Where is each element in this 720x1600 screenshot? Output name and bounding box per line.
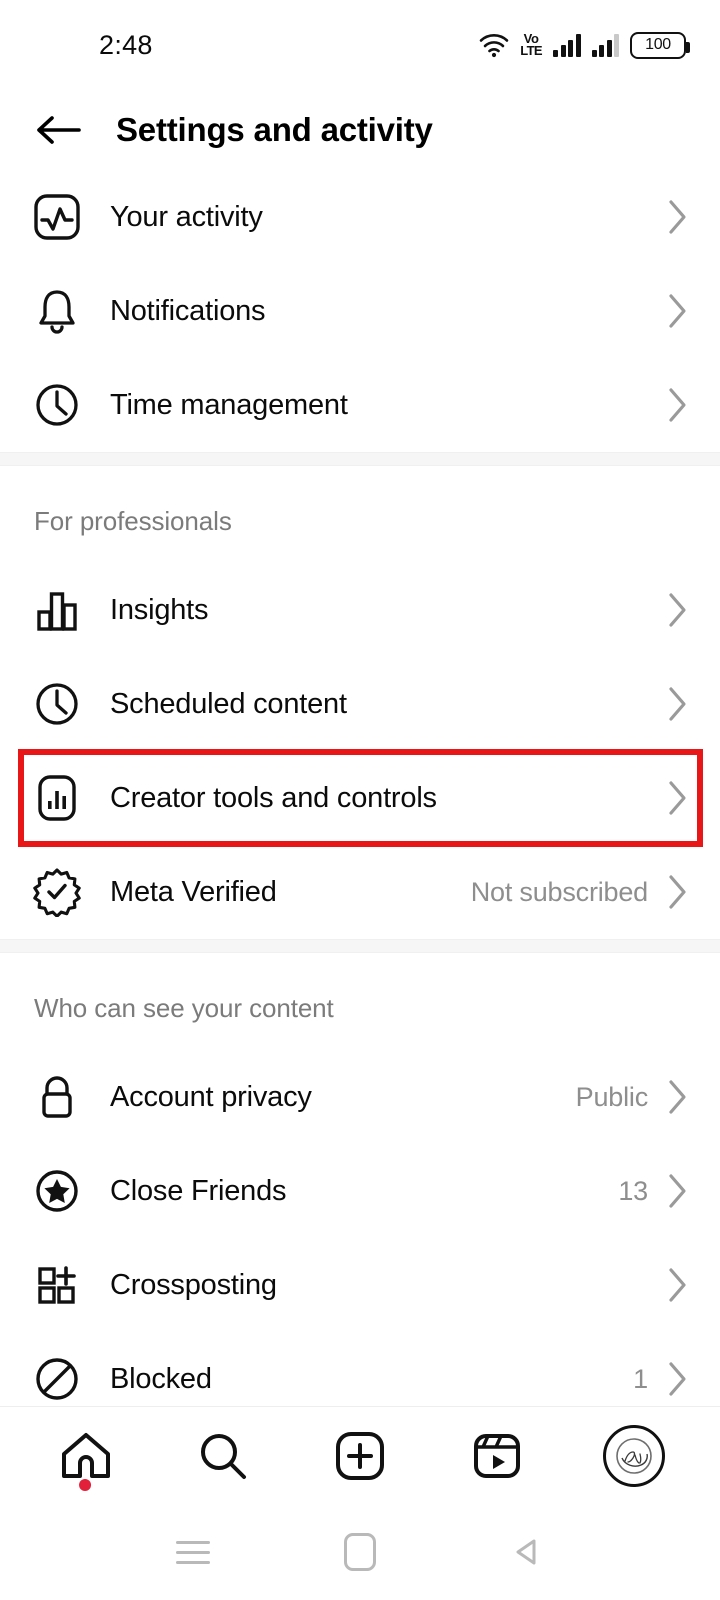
nav-home[interactable] [40, 1419, 132, 1493]
list-item-value: Not subscribed [470, 876, 648, 907]
list-item-label: Crossposting [110, 1268, 277, 1301]
chevron-right-icon [666, 291, 690, 331]
section-title-for-professionals: For professionals [34, 506, 232, 536]
phone-screen: 2:48 Vo LTE 100 Settings and activity Yo… [0, 0, 720, 1600]
list-item-label: Notifications [110, 294, 266, 327]
list-item-label: Blocked [110, 1362, 212, 1395]
list-item-label: Time management [110, 388, 348, 421]
list-item-your-activity[interactable]: Your activity [0, 170, 720, 264]
chevron-right-icon [666, 1171, 690, 1211]
star-circle-icon [26, 1160, 88, 1222]
chevron-right-icon [666, 872, 690, 912]
list-item-label: Insights [110, 593, 209, 626]
chevron-right-icon [666, 1077, 690, 1117]
list-item-blocked[interactable]: Blocked 1 [0, 1332, 720, 1406]
list-item-crossposting[interactable]: Crossposting [0, 1238, 720, 1332]
bell-icon [26, 280, 88, 342]
android-navigation-bar [0, 1504, 720, 1600]
status-bar: 2:48 Vo LTE 100 [0, 0, 720, 90]
battery-level: 100 [645, 36, 671, 53]
list-item-label: Close Friends [110, 1174, 287, 1207]
chevron-right-icon [666, 1359, 690, 1399]
activity-chart-icon [26, 186, 88, 248]
list-item-value: 13 [618, 1175, 648, 1206]
status-icons: Vo LTE 100 [479, 31, 690, 59]
status-time: 2:48 [99, 29, 153, 60]
list-item-time-management[interactable]: Time management [0, 358, 720, 452]
verified-badge-icon [26, 861, 88, 923]
clock-icon [26, 673, 88, 735]
signal-bars-icon [553, 33, 581, 57]
back-arrow-icon[interactable] [28, 100, 88, 160]
battery-icon: 100 [630, 31, 690, 59]
list-item-value: Public [575, 1081, 649, 1112]
nav-search[interactable] [177, 1419, 269, 1493]
clock-icon [26, 374, 88, 436]
page-header: Settings and activity [0, 90, 720, 170]
chevron-right-icon [666, 590, 690, 630]
nav-create[interactable] [314, 1419, 406, 1493]
chevron-right-icon [666, 684, 690, 724]
list-item-creator-tools-and-controls[interactable]: Creator tools and controls [0, 751, 720, 845]
volte-line2: LTE [520, 43, 542, 58]
blocked-circle-slash-icon [26, 1348, 88, 1406]
nav-profile[interactable] [588, 1419, 680, 1493]
list-item-value: 1 [633, 1363, 648, 1394]
list-item-label: Scheduled content [110, 687, 347, 720]
page-title: Settings and activity [116, 111, 433, 148]
list-item-scheduled-content[interactable]: Scheduled content [0, 657, 720, 751]
chevron-right-icon [666, 778, 690, 818]
nav-reels[interactable] [451, 1419, 543, 1493]
list-item-meta-verified[interactable]: Meta Verified Not subscribed [0, 845, 720, 939]
list-item-close-friends[interactable]: Close Friends 13 [0, 1144, 720, 1238]
highlighted-row-wrapper: Creator tools and controls [0, 749, 720, 847]
section-divider [0, 939, 720, 953]
list-item-insights[interactable]: Insights [0, 563, 720, 657]
settings-section: Your activity Notifications Time managem… [0, 170, 720, 452]
list-item-label: Account privacy [110, 1080, 312, 1113]
list-item-label: Your activity [110, 200, 263, 233]
chevron-right-icon [666, 197, 690, 237]
home-badge-dot [79, 1478, 92, 1491]
list-item-label: Meta Verified [110, 875, 277, 908]
settings-section: For professionals Insights Scheduled con… [0, 466, 720, 939]
wifi-icon [479, 32, 509, 58]
lock-icon [26, 1066, 88, 1128]
list-item-account-privacy[interactable]: Account privacy Public [0, 1050, 720, 1144]
profile-avatar [602, 1424, 665, 1487]
back-triangle-icon[interactable] [492, 1522, 562, 1582]
creator-tools-icon [26, 767, 88, 829]
settings-section: Who can see your content Account privacy… [0, 953, 720, 1406]
bar-chart-icon [26, 579, 88, 641]
signal-bars-icon-2 [591, 33, 619, 57]
recents-icon[interactable] [158, 1522, 228, 1582]
bottom-navigation-bar [0, 1406, 720, 1504]
chevron-right-icon [666, 1265, 690, 1305]
crossposting-grid-plus-icon [26, 1254, 88, 1316]
section-divider [0, 452, 720, 466]
list-item-notifications[interactable]: Notifications [0, 264, 720, 358]
home-square-icon[interactable] [325, 1522, 395, 1582]
section-title-who-can-see-your-content: Who can see your content [34, 993, 334, 1023]
volte-icon: Vo LTE [520, 32, 542, 58]
chevron-right-icon [666, 385, 690, 425]
settings-list: Your activity Notifications Time managem… [0, 170, 720, 1406]
list-item-label: Creator tools and controls [110, 781, 437, 814]
